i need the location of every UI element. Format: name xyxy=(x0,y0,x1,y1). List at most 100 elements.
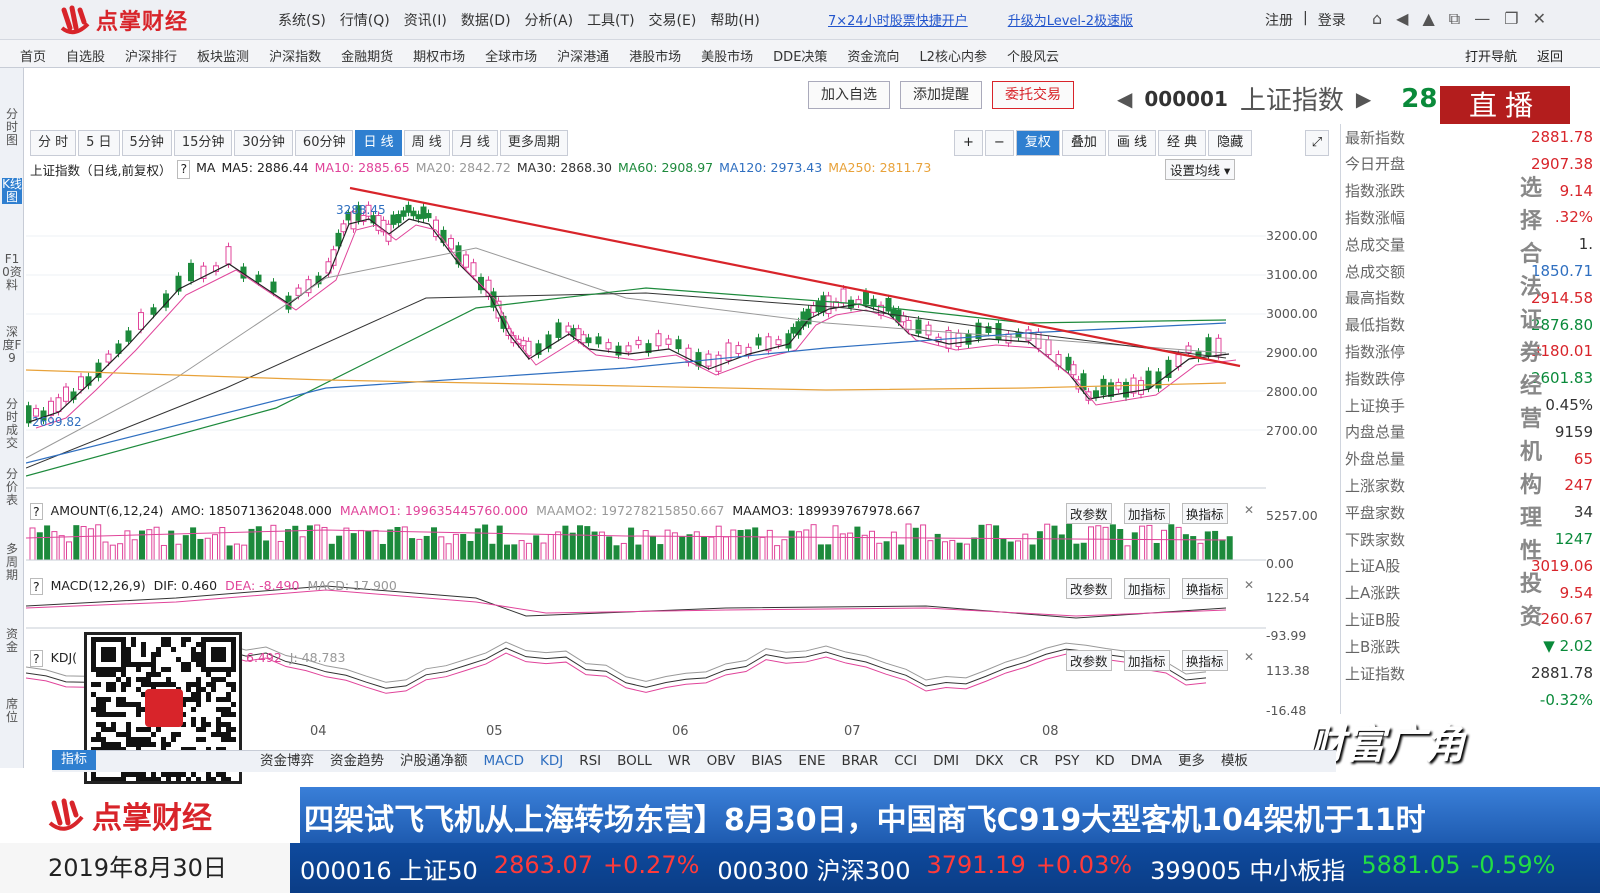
close-icon[interactable]: ✕ xyxy=(1533,9,1546,29)
return-button[interactable]: 返回 xyxy=(1537,46,1563,65)
trade-button[interactable]: 委托交易 xyxy=(992,81,1074,109)
nav-item[interactable]: 资金流向 xyxy=(847,46,899,65)
left-tab[interactable]: 席位 xyxy=(2,698,22,724)
minimize-icon[interactable]: — xyxy=(1474,9,1490,29)
indicator-item[interactable]: DMA xyxy=(1123,751,1170,772)
panel-button[interactable]: 换指标 xyxy=(1182,650,1228,671)
panel-button[interactable]: 改参数 xyxy=(1066,578,1112,599)
panel-button[interactable]: 改参数 xyxy=(1066,503,1112,524)
set-ma-button[interactable]: 设置均线 ▾ xyxy=(1165,159,1236,180)
indicator-item[interactable]: 模板 xyxy=(1213,751,1256,772)
nav-item[interactable]: 沪深港通 xyxy=(557,46,609,65)
prev-security-icon[interactable]: ◀ xyxy=(1117,87,1132,111)
menu-item[interactable]: 资讯(I) xyxy=(404,10,447,30)
left-tab[interactable]: F10资料 xyxy=(2,253,22,292)
panel-close-icon[interactable]: ✕ xyxy=(1244,650,1254,664)
home-icon[interactable]: ⌂ xyxy=(1372,9,1382,29)
panel-button[interactable]: 加指标 xyxy=(1124,503,1170,524)
nav-item[interactable]: 板块监测 xyxy=(197,46,249,65)
next-security-icon[interactable]: ▶ xyxy=(1356,87,1371,111)
indicator-item[interactable]: 资金博弈 xyxy=(252,751,322,772)
fullscreen-icon[interactable]: ⧉ xyxy=(1449,9,1460,29)
period-button[interactable]: 5分钟 xyxy=(121,130,172,156)
nav-item[interactable]: 美股市场 xyxy=(701,46,753,65)
chart-control-button[interactable]: + xyxy=(954,130,983,156)
nav-item[interactable]: 首页 xyxy=(20,46,46,65)
indicator-item[interactable]: WR xyxy=(660,751,699,772)
menu-item[interactable]: 系统(S) xyxy=(278,10,326,30)
kdj-help-icon[interactable]: ? xyxy=(30,650,43,667)
fit-icon[interactable]: ⤢ xyxy=(1305,130,1329,156)
menu-item[interactable]: 行情(Q) xyxy=(340,10,390,30)
indicator-tab[interactable]: 指标 xyxy=(52,750,96,770)
panel-button[interactable]: 换指标 xyxy=(1182,503,1228,524)
period-button[interactable]: 日 线 xyxy=(355,130,402,156)
indicator-item[interactable]: PSY xyxy=(1046,751,1087,772)
indicator-item[interactable]: ENE xyxy=(790,751,833,772)
indicator-item[interactable]: BRAR xyxy=(834,751,887,772)
indicator-item[interactable]: 沪股通净额 xyxy=(392,751,476,772)
menu-item[interactable]: 工具(T) xyxy=(587,10,634,30)
indicator-item[interactable]: KD xyxy=(1087,751,1122,772)
chart-control-button[interactable]: 复权 xyxy=(1015,130,1060,156)
period-button[interactable]: 周 线 xyxy=(403,130,450,156)
promo-link[interactable]: 7×24小时股票快捷开户 xyxy=(828,10,968,29)
menu-item[interactable]: 交易(E) xyxy=(649,10,697,30)
period-button[interactable]: 5 日 xyxy=(78,130,120,156)
indicator-item[interactable]: MACD xyxy=(476,751,532,772)
indicator-item[interactable]: 更多 xyxy=(1170,751,1213,772)
left-tab[interactable]: 资金 xyxy=(2,628,22,654)
macd-help-icon[interactable]: ? xyxy=(30,578,43,595)
left-tab[interactable]: 多周期 xyxy=(2,543,22,582)
indicator-item[interactable]: DMI xyxy=(925,751,967,772)
indicator-item[interactable]: KDJ xyxy=(532,751,571,772)
promo-link[interactable]: 升级为Level-2极速版 xyxy=(1008,10,1133,29)
chart-control-button[interactable]: 叠加 xyxy=(1061,130,1106,156)
help-icon[interactable]: ? xyxy=(177,160,191,179)
left-tab[interactable]: 深度F9 xyxy=(2,326,22,365)
login-link[interactable]: 登录 xyxy=(1318,10,1346,30)
nav-item[interactable]: DDE决策 xyxy=(773,46,827,65)
period-button[interactable]: 30分钟 xyxy=(234,130,293,156)
period-button[interactable]: 更多周期 xyxy=(499,130,568,156)
amount-help-icon[interactable]: ? xyxy=(30,503,43,520)
menu-item[interactable]: 帮助(H) xyxy=(710,10,759,30)
nav-item[interactable]: 期权市场 xyxy=(413,46,465,65)
up-icon[interactable]: ▲ xyxy=(1422,9,1434,29)
panel-button[interactable]: 加指标 xyxy=(1124,578,1170,599)
menu-item[interactable]: 分析(A) xyxy=(525,10,574,30)
add-watchlist-button[interactable]: 加入自选 xyxy=(808,81,890,109)
panel-button[interactable]: 换指标 xyxy=(1182,578,1228,599)
period-button[interactable]: 60分钟 xyxy=(294,130,354,156)
nav-item[interactable]: 个股风云 xyxy=(1007,46,1059,65)
left-tab[interactable]: 分价表 xyxy=(2,468,22,507)
panel-button[interactable]: 加指标 xyxy=(1124,650,1170,671)
indicator-item[interactable]: DKX xyxy=(967,751,1012,772)
panel-close-icon[interactable]: ✕ xyxy=(1244,578,1254,592)
add-alert-button[interactable]: 添加提醒 xyxy=(900,81,982,109)
panel-button[interactable]: 改参数 xyxy=(1066,650,1112,671)
chart-control-button[interactable]: 隐藏 xyxy=(1208,130,1253,156)
period-button[interactable]: 15分钟 xyxy=(173,130,233,156)
left-tab[interactable]: 分时成交 xyxy=(2,398,22,450)
indicator-item[interactable]: CR xyxy=(1012,751,1047,772)
restore-icon[interactable]: ❐ xyxy=(1504,9,1518,29)
indicator-item[interactable]: 资金趋势 xyxy=(322,751,392,772)
menu-item[interactable]: 数据(D) xyxy=(461,10,511,30)
indicator-item[interactable]: BIAS xyxy=(743,751,790,772)
open-nav-button[interactable]: 打开导航 xyxy=(1465,46,1517,65)
indicator-item[interactable]: BOLL xyxy=(609,751,660,772)
indicator-item[interactable]: CCI xyxy=(886,751,925,772)
nav-item[interactable]: 沪深指数 xyxy=(269,46,321,65)
left-tab[interactable]: 分时图 xyxy=(2,108,22,147)
nav-item[interactable]: 金融期货 xyxy=(341,46,393,65)
back-icon[interactable]: ◀ xyxy=(1396,9,1408,29)
left-tab[interactable]: K线图 xyxy=(2,178,22,204)
nav-item[interactable]: L2核心内参 xyxy=(919,46,987,65)
indicator-item[interactable]: OBV xyxy=(699,751,744,772)
nav-item[interactable]: 全球市场 xyxy=(485,46,537,65)
period-button[interactable]: 月 线 xyxy=(451,130,498,156)
nav-item[interactable]: 自选股 xyxy=(66,46,105,65)
register-link[interactable]: 注册 xyxy=(1265,10,1293,30)
chart-control-button[interactable]: − xyxy=(984,130,1014,156)
